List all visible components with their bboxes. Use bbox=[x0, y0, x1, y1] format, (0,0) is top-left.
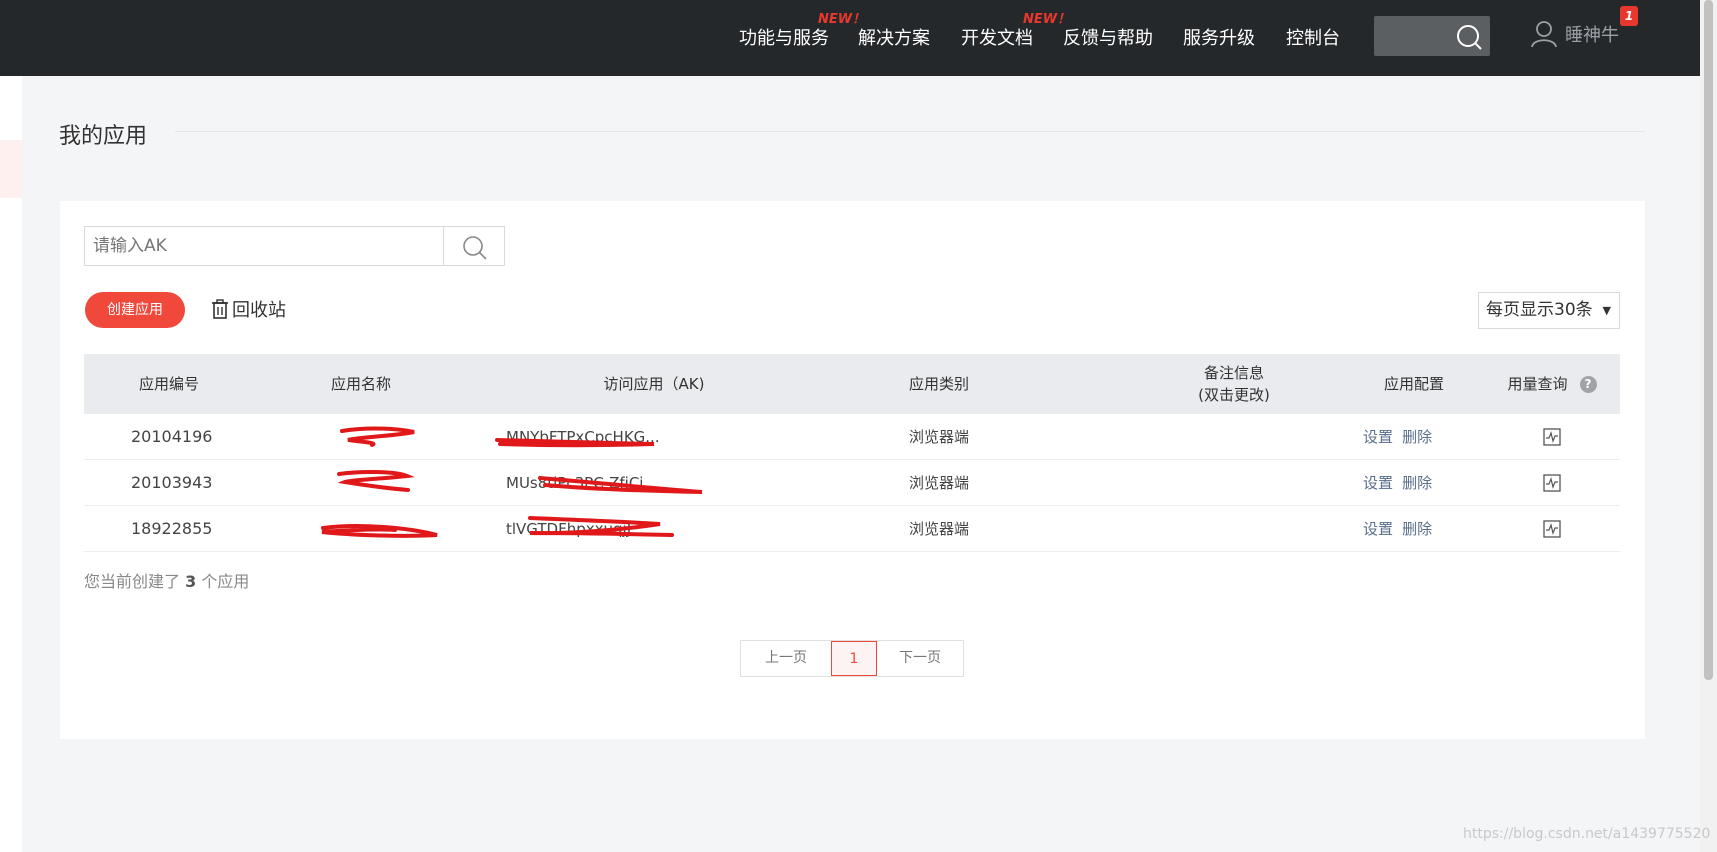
scrollbar-thumb[interactable] bbox=[1704, 0, 1713, 680]
user-menu[interactable]: 睡神牛 bbox=[1531, 20, 1619, 48]
next-page-button[interactable]: 下一页 bbox=[877, 641, 963, 676]
settings-link[interactable]: 设置 bbox=[1363, 428, 1393, 446]
trash-icon bbox=[212, 299, 228, 319]
settings-link[interactable]: 设置 bbox=[1363, 520, 1393, 538]
delete-link[interactable]: 删除 bbox=[1402, 474, 1432, 492]
config-cell: 设置 删除 bbox=[1363, 414, 1432, 460]
search-icon[interactable] bbox=[1456, 24, 1482, 50]
col-header-app-id: 应用编号 bbox=[138, 375, 199, 393]
search-icon bbox=[463, 236, 487, 260]
left-sidebar-edge bbox=[0, 76, 22, 852]
table-row: 20103943 MUs8tiPc3PC-ZfjCi 浏览器端 设置 删除 bbox=[84, 460, 1620, 506]
col-header-type: 应用类别 bbox=[908, 375, 969, 393]
per-page-select[interactable]: 每页显示30条 ▼ bbox=[1478, 292, 1620, 329]
page-title: 我的应用 bbox=[59, 124, 148, 149]
watermark: https://blog.csdn.net/a1439775520 bbox=[1463, 826, 1711, 842]
usage-chart-icon[interactable] bbox=[1543, 428, 1561, 446]
type-cell: 浏览器端 bbox=[908, 520, 969, 538]
app-count-summary: 您当前创建了 3 个应用 bbox=[84, 568, 249, 592]
type-cell: 浏览器端 bbox=[908, 428, 969, 446]
prev-page-button[interactable]: 上一页 bbox=[741, 641, 831, 676]
summary-prefix: 您当前创建了 bbox=[84, 572, 181, 591]
summary-suffix: 个应用 bbox=[201, 572, 250, 591]
divider bbox=[175, 131, 1645, 132]
delete-link[interactable]: 删除 bbox=[1402, 428, 1432, 446]
nav-item-features[interactable]: 功能与服务 bbox=[739, 24, 829, 50]
page-scrollbar[interactable] bbox=[1700, 0, 1717, 852]
usage-chart-icon[interactable] bbox=[1543, 520, 1561, 538]
nav-item-feedback[interactable]: 反馈与帮助 bbox=[1063, 24, 1153, 50]
top-navbar: NEW！ NEW！ 功能与服务 解决方案 开发文档 反馈与帮助 服务升级 控制台… bbox=[0, 0, 1700, 76]
usage-chart-icon[interactable] bbox=[1543, 474, 1561, 492]
ak-search-input[interactable] bbox=[84, 226, 444, 266]
nav-item-upgrade[interactable]: 服务升级 bbox=[1183, 24, 1255, 50]
table-row: 20104196 MNYbFTPxCpcHKG... 浏览器端 设置 删除 bbox=[84, 414, 1620, 460]
user-name: 睡神牛 bbox=[1565, 25, 1619, 46]
app-id-cell: 20103943 bbox=[131, 473, 213, 492]
nav-item-solutions[interactable]: 解决方案 bbox=[858, 24, 930, 50]
app-id-cell: 20104196 bbox=[131, 427, 213, 446]
nav-item-console[interactable]: 控制台 bbox=[1286, 24, 1340, 50]
table-row: 18922855 tlVGTDFhpxxuqjJ 浏览器端 设置 删除 bbox=[84, 506, 1620, 552]
config-cell: 设置 删除 bbox=[1363, 506, 1432, 552]
help-icon[interactable]: ? bbox=[1579, 375, 1597, 393]
col-header-usage: 用量查询 ? bbox=[1484, 354, 1620, 414]
col-header-app-name: 应用名称 bbox=[330, 375, 391, 393]
settings-link[interactable]: 设置 bbox=[1363, 474, 1393, 492]
create-app-button[interactable]: 创建应用 bbox=[85, 292, 185, 328]
sidebar-active-tab[interactable] bbox=[0, 140, 22, 198]
ak-search-button[interactable] bbox=[443, 226, 505, 266]
type-cell: 浏览器端 bbox=[908, 474, 969, 492]
nav-item-docs[interactable]: 开发文档 bbox=[961, 24, 1033, 50]
per-page-value: 每页显示30条 bbox=[1486, 300, 1593, 320]
delete-link[interactable]: 删除 bbox=[1402, 520, 1432, 538]
summary-count: 3 bbox=[185, 572, 197, 591]
pagination: 上一页 1 下一页 bbox=[740, 640, 964, 677]
page-1-button[interactable]: 1 bbox=[831, 641, 877, 676]
recycle-bin-label: 回收站 bbox=[232, 300, 286, 321]
ak-cell[interactable]: tlVGTDFhpxxuqjJ bbox=[506, 506, 631, 552]
notification-badge[interactable]: 1 bbox=[1620, 6, 1638, 26]
app-id-cell: 18922855 bbox=[131, 519, 213, 538]
col-header-config: 应用配置 bbox=[1383, 375, 1444, 393]
recycle-bin-link[interactable]: 回收站 bbox=[211, 296, 286, 322]
table-header: 应用编号 应用名称 访问应用（AK) 应用类别 备注信息 (双击更改) 应用配置… bbox=[84, 354, 1620, 414]
nav-search[interactable] bbox=[1374, 16, 1490, 56]
col-header-remark: 备注信息 (双击更改) bbox=[1134, 354, 1334, 414]
usage-header-label: 用量查询 bbox=[1507, 375, 1568, 393]
caret-down-icon: ▼ bbox=[1602, 304, 1611, 317]
ak-cell[interactable]: MUs8tiPc3PC-ZfjCi bbox=[506, 460, 643, 506]
config-cell: 设置 删除 bbox=[1363, 460, 1432, 506]
ak-cell[interactable]: MNYbFTPxCpcHKG... bbox=[506, 414, 660, 460]
remark-header-line2: (双击更改) bbox=[1198, 386, 1270, 404]
col-header-ak: 访问应用（AK) bbox=[603, 375, 705, 393]
user-icon bbox=[1531, 21, 1557, 48]
remark-header-line1: 备注信息 bbox=[1203, 364, 1264, 382]
